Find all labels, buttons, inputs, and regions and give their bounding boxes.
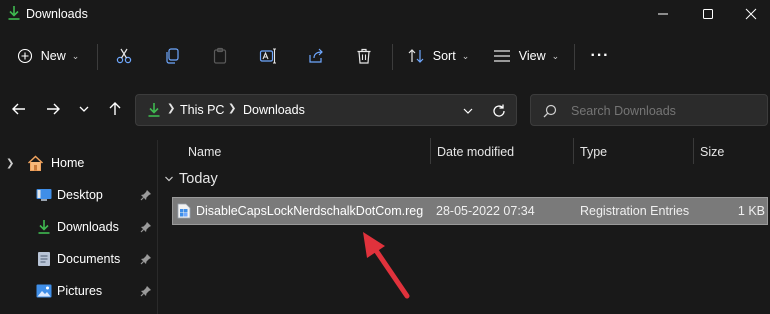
chevron-right-icon: ❯ — [167, 103, 176, 114]
sidebar-item-label: Home — [51, 156, 85, 170]
pane-divider — [157, 140, 158, 314]
sidebar-item-label: Desktop — [57, 188, 103, 202]
home-icon — [27, 154, 44, 171]
column-header-size[interactable]: Size — [700, 140, 724, 164]
rename-icon — [259, 48, 276, 64]
annotation-arrow — [363, 232, 410, 299]
command-bar: New ⌄ Sort ⌄ View ⌄ ··· — [0, 30, 770, 82]
column-divider[interactable] — [693, 138, 694, 164]
search-icon — [543, 104, 557, 118]
pin-icon[interactable] — [140, 285, 152, 297]
chevron-down-icon — [165, 176, 173, 182]
chevron-down-icon[interactable] — [462, 105, 474, 117]
file-type: Registration Entries — [580, 204, 690, 218]
desktop-icon — [36, 189, 52, 201]
sidebar-item-label: Documents — [57, 252, 121, 266]
file-date-modified: 28-05-2022 07:34 — [436, 204, 535, 218]
pin-icon[interactable] — [140, 253, 152, 265]
chevron-right-icon: ❯ — [6, 157, 15, 169]
sort-label: Sort — [432, 49, 456, 63]
download-icon — [38, 220, 50, 234]
download-icon — [8, 6, 20, 20]
column-header-date-modified[interactable]: Date modified — [437, 140, 514, 164]
close-button[interactable] — [728, 0, 770, 28]
download-icon — [148, 103, 160, 117]
up-button[interactable] — [102, 88, 128, 130]
trash-icon — [357, 48, 371, 64]
rename-button[interactable] — [252, 38, 284, 74]
arrow-left-icon — [12, 103, 25, 115]
file-size: 1 KB — [737, 204, 765, 218]
forward-button[interactable] — [40, 88, 66, 130]
column-header-name[interactable]: Name — [188, 140, 221, 164]
close-icon — [745, 8, 757, 20]
search-input[interactable] — [569, 101, 763, 121]
plus-circle-icon — [17, 48, 32, 64]
sidebar-item-downloads[interactable]: Downloads — [0, 211, 158, 243]
maximize-icon — [703, 9, 713, 19]
pictures-icon — [36, 284, 52, 298]
chevron-down-icon — [79, 106, 89, 112]
arrow-up-icon — [109, 102, 121, 115]
sidebar-item-pictures[interactable]: Pictures — [0, 275, 158, 307]
new-label: New — [40, 49, 66, 63]
pin-icon[interactable] — [140, 189, 152, 201]
column-header-type[interactable]: Type — [580, 140, 607, 164]
new-button[interactable]: New ⌄ — [12, 38, 84, 74]
delete-button[interactable] — [348, 38, 380, 74]
group-label: Today — [179, 171, 218, 187]
maximize-button[interactable] — [685, 0, 731, 28]
clipboard-icon — [213, 47, 227, 64]
navigation-pane: ❯ Home Desktop Downloads Documents Pictu… — [0, 140, 158, 314]
column-divider[interactable] — [573, 138, 574, 164]
minimize-button[interactable] — [640, 0, 686, 28]
paste-button[interactable] — [204, 38, 236, 74]
file-row[interactable]: DisableCapsLockNerdschalkDotCom.reg 28-0… — [172, 197, 768, 225]
sort-button[interactable]: Sort ⌄ — [402, 38, 474, 74]
arrow-right-icon — [47, 103, 60, 115]
more-icon: ··· — [590, 47, 610, 64]
toolbar-divider — [392, 44, 393, 70]
view-button[interactable]: View ⌄ — [488, 38, 564, 74]
group-header-today[interactable]: Today — [164, 171, 218, 187]
sidebar-item-home[interactable]: ❯ Home — [0, 147, 158, 179]
share-icon — [309, 48, 323, 63]
search-box[interactable] — [530, 94, 768, 126]
documents-icon — [38, 252, 50, 266]
back-button[interactable] — [6, 88, 32, 130]
file-name: DisableCapsLockNerdschalkDotCom.reg — [196, 204, 424, 218]
share-button[interactable] — [300, 38, 332, 74]
more-options-button[interactable]: ··· — [584, 38, 616, 74]
breadcrumb-this-pc[interactable]: This PC — [180, 103, 224, 117]
toolbar-divider — [97, 44, 98, 70]
view-list-icon — [493, 50, 510, 62]
minimize-icon — [658, 13, 668, 15]
window-title: Downloads — [26, 7, 88, 21]
sidebar-item-label: Downloads — [57, 220, 119, 234]
chevron-down-icon: ⌄ — [551, 50, 560, 61]
pin-icon[interactable] — [140, 221, 152, 233]
chevron-down-icon: ⌄ — [71, 50, 80, 61]
column-divider[interactable] — [430, 138, 431, 164]
sidebar-item-documents[interactable]: Documents — [0, 243, 158, 275]
chevron-down-icon: ⌄ — [461, 50, 470, 61]
breadcrumb-downloads[interactable]: Downloads — [243, 103, 305, 117]
refresh-icon[interactable] — [491, 103, 507, 119]
scissors-icon — [116, 48, 132, 64]
address-bar[interactable]: ❯ This PC ❯ Downloads — [135, 94, 517, 126]
sort-icon — [408, 49, 424, 63]
sidebar-item-label: Pictures — [57, 284, 103, 298]
copy-icon — [166, 48, 179, 64]
toolbar-divider — [574, 44, 575, 70]
view-label: View — [518, 49, 546, 63]
copy-button[interactable] — [156, 38, 188, 74]
sidebar-item-desktop[interactable]: Desktop — [0, 179, 158, 211]
cut-button[interactable] — [108, 38, 140, 74]
title-bar: Downloads — [0, 0, 770, 28]
recent-locations-button[interactable] — [74, 88, 94, 130]
chevron-right-icon: ❯ — [228, 103, 237, 114]
registry-file-icon — [177, 203, 191, 219]
